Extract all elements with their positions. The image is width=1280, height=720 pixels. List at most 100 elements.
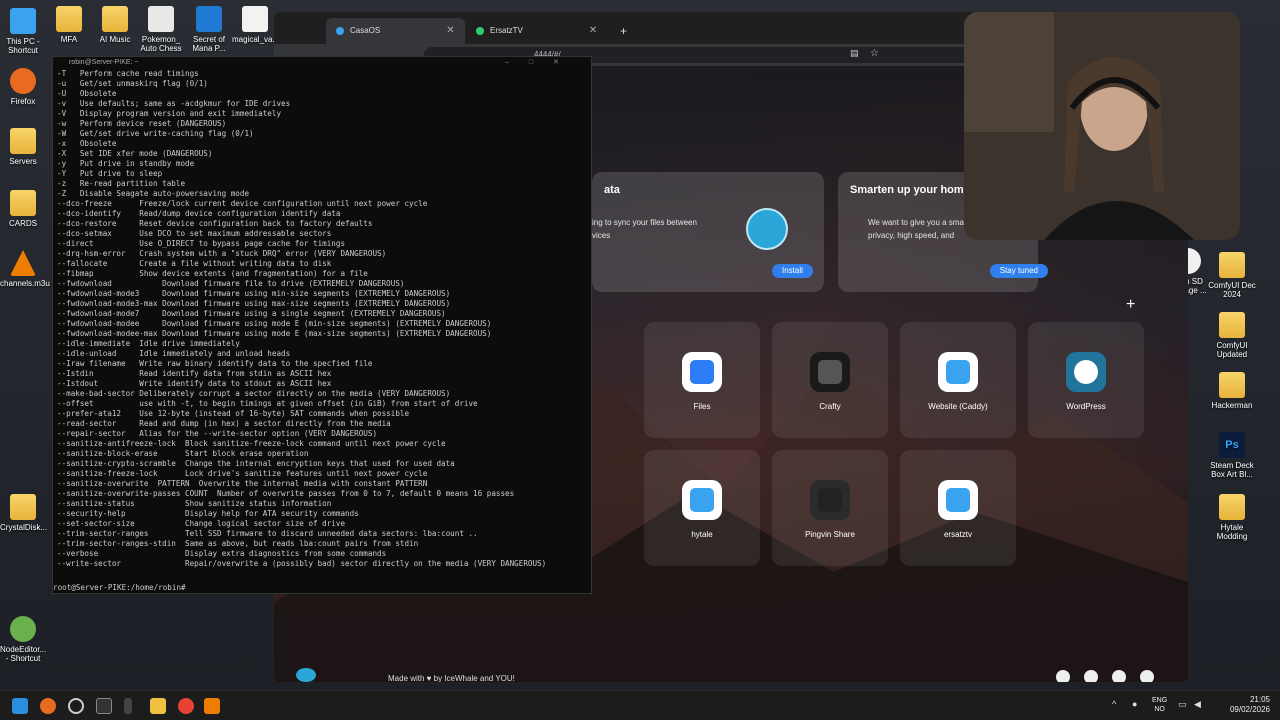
desktop-icon-label: MFA (60, 35, 78, 44)
desktop-icon[interactable]: AI Music (92, 6, 138, 44)
desktop-icon-label: channels.m3u (0, 279, 50, 288)
github-icon[interactable] (1112, 670, 1126, 682)
folder-icon (102, 6, 128, 32)
firefox-icon[interactable] (40, 698, 56, 714)
terminal-line: --fibmap Show device extents (and fragme… (57, 269, 368, 278)
terminal-window[interactable]: robin@Server-PIKE: ~ ‒□✕ -T Perform cach… (52, 56, 592, 594)
vlc-icon[interactable] (204, 698, 220, 714)
chat-icon[interactable] (1056, 670, 1070, 682)
card-title: Smarten up your home (850, 184, 970, 196)
terminal-line: --trim-sector-ranges-stdin Same as above… (57, 539, 419, 548)
desktop-icon[interactable]: Servers (0, 128, 46, 166)
casaos-tab-icon (336, 27, 344, 35)
app-tile[interactable]: Crafty (772, 322, 888, 438)
desktop-icon-label: Firefox (10, 97, 36, 106)
terminal-icon[interactable] (96, 698, 112, 714)
network-icon[interactable]: ▭ (1178, 699, 1187, 710)
desktop-icon[interactable]: NodeEditor... - Shortcut (0, 616, 46, 663)
desktop-icon-label: ComfyUI Dec 2024 (1208, 281, 1256, 299)
volume-icon[interactable]: ◀ (1194, 699, 1201, 710)
taskbar: ^ ● ENG NO ▭ ◀ 21:05 09/02/2026 (0, 690, 1280, 720)
discord-icon[interactable] (1084, 670, 1098, 682)
community-icon[interactable] (1140, 670, 1154, 682)
app-tile[interactable]: Pingvin Share (772, 450, 888, 566)
terminal-line: -y Put drive in standby mode (57, 159, 195, 168)
app-tile[interactable]: Website (Caddy) (900, 322, 1016, 438)
tray-chevron-icon[interactable]: ^ (1112, 699, 1116, 709)
desktop-icon[interactable]: Firefox (0, 68, 46, 106)
terminal-line: --read-sector Read and dump (in hex) a s… (57, 419, 391, 428)
desktop-icon[interactable]: This PC - Shortcut (0, 8, 46, 55)
app-icon (682, 352, 722, 392)
terminal-line: --security-help Display help for ATA sec… (57, 509, 359, 518)
terminal-prompt[interactable]: root@Server-PIKE:/home/robin# (53, 583, 186, 592)
vlc-icon (10, 250, 36, 276)
folder-icon (1219, 494, 1245, 520)
terminal-line: --prefer-ata12 Use 12-byte (instead of 1… (57, 409, 410, 418)
tab-label: CasaOS (350, 26, 381, 35)
desktop-icon[interactable]: Pokemon_ Auto Chess (138, 6, 184, 53)
app-glyph (946, 488, 970, 512)
stay-tuned-button[interactable]: Stay tuned (989, 264, 1048, 278)
terminal-line: -U Obsolete (57, 89, 117, 98)
desktop-icon[interactable]: ComfyUI Updated (1208, 312, 1256, 359)
mic-icon[interactable] (124, 698, 132, 714)
terminal-line: --fwdownload Download firmware file to d… (57, 279, 405, 288)
install-button[interactable]: Install (772, 264, 813, 278)
app-icon (196, 6, 222, 32)
new-tab-button[interactable]: + (610, 18, 637, 44)
desktop-icon[interactable]: ComfyUI Dec 2024 (1208, 252, 1256, 299)
terminal-line: --sanitize-status Show sanitize status i… (57, 499, 332, 508)
footer-links (1056, 670, 1154, 682)
folder-icon (1219, 372, 1245, 398)
terminal-line: --set-sector-size Change logical sector … (57, 519, 346, 528)
app-tile[interactable]: ersatztv (900, 450, 1016, 566)
desktop-icon[interactable]: channels.m3u (0, 250, 50, 288)
clock[interactable]: 21:05 09/02/2026 (1230, 695, 1270, 715)
app-icon[interactable] (68, 698, 84, 714)
terminal-line: --fwdownload-mode3-max Download firmware… (57, 299, 451, 308)
desktop-icon[interactable]: Ps Steam Deck Box Art Bl... (1208, 432, 1256, 479)
app-tile[interactable]: WordPress (1028, 322, 1144, 438)
app-tile[interactable]: hytale (644, 450, 760, 566)
reader-mode-icon[interactable]: ▤ (850, 48, 859, 59)
desktop-icon[interactable]: CrystalDisk... (0, 494, 47, 532)
desktop-icon[interactable]: Secret of Mana P... (186, 6, 232, 53)
terminal-line: --fallocate Create a file without writin… (57, 259, 332, 268)
desktop-icon[interactable]: magical_va... (232, 6, 280, 44)
chrome-icon[interactable] (178, 698, 194, 714)
desktop-icon[interactable]: CARDS (0, 190, 46, 228)
desktop-icon-label: Secret of Mana P... (192, 35, 226, 53)
start-icon[interactable] (12, 698, 28, 714)
terminal-line: --offset use with -t, to begin timings a… (57, 399, 478, 408)
tab-casaos[interactable]: CasaOS ✕ (326, 18, 465, 44)
clock-date: 09/02/2026 (1229, 705, 1270, 714)
tab-ersatztv[interactable]: ErsatzTV ✕ (466, 18, 607, 44)
microphone-tray-icon[interactable]: ● (1132, 699, 1137, 709)
app-label: Pingvin Share (805, 530, 855, 539)
desktop-icon[interactable]: MFA (46, 6, 92, 44)
app-tile[interactable]: Files (644, 322, 760, 438)
terminal-title: robin@Server-PIKE: ~ (69, 59, 139, 66)
desktop-icon-label: Steam Deck Box Art Bl... (1210, 461, 1254, 479)
language-indicator[interactable]: ENG NO (1152, 696, 1167, 714)
desktop-icon-label: Pokemon_ Auto Chess (140, 35, 182, 53)
footer-credit: Made with ♥ by IceWhale and YOU! (388, 674, 515, 682)
terminal-line: --sanitize-antifreeze-lock Block sanitiz… (57, 439, 446, 448)
terminal-line: --verbose Display extra diagnostics from… (57, 549, 387, 558)
desktop-icon[interactable]: Hytale Modding (1208, 494, 1256, 541)
close-tab-icon[interactable]: ✕ (446, 18, 454, 44)
terminal-line: --fwdownload-modee-max Download firmware… (57, 329, 492, 338)
desktop-icon-label: magical_va... (232, 35, 280, 44)
add-app-icon[interactable]: + (1126, 296, 1135, 314)
bookmark-star-icon[interactable]: ☆ (870, 48, 879, 59)
terminal-titlebar: robin@Server-PIKE: ~ ‒□✕ (53, 57, 591, 69)
app-glyph (1074, 360, 1098, 384)
desktop-icon[interactable]: Hackerman (1208, 372, 1256, 410)
folder-icon (1219, 312, 1245, 338)
close-tab-icon[interactable]: ✕ (589, 18, 597, 44)
lang-region: NO (1154, 706, 1165, 713)
folder-icon[interactable] (150, 698, 166, 714)
window-controls[interactable]: ‒□✕ (505, 57, 579, 69)
desktop-icon-label: This PC - Shortcut (6, 37, 40, 55)
